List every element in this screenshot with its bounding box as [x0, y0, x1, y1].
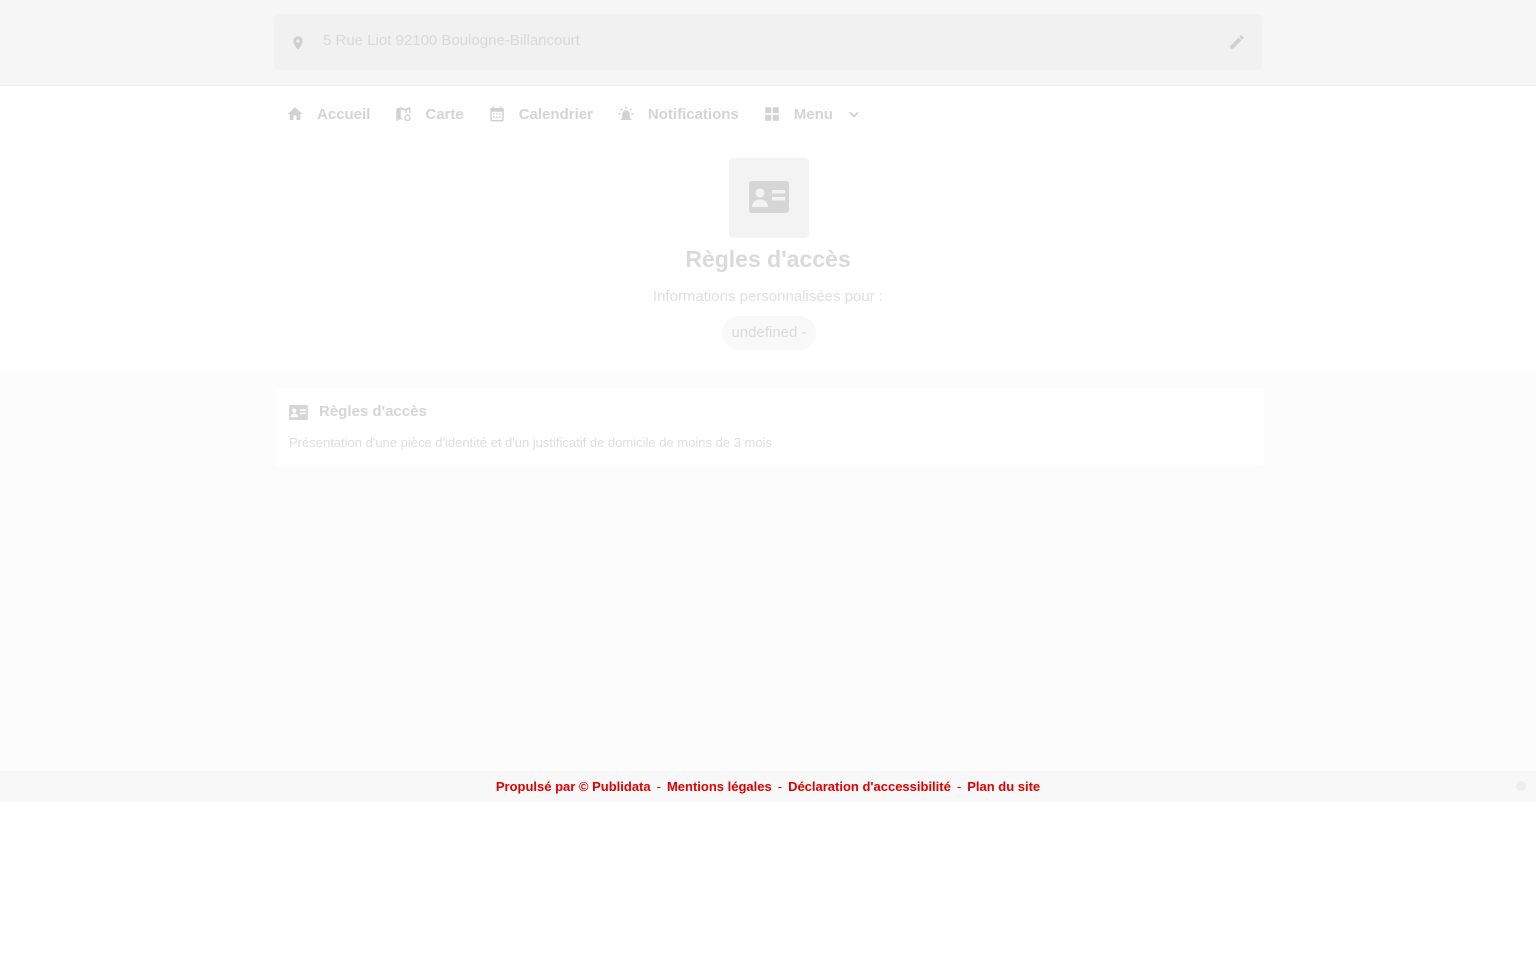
- card-title: Règles d'accès: [319, 403, 427, 420]
- nav-item-menu[interactable]: Menu: [751, 86, 873, 142]
- address-text: 5 Rue Liot 92100 Boulogne-Billancourt: [323, 32, 580, 49]
- footer: Propulsé par © Publidata - Mentions légale…: [0, 771, 1536, 802]
- page-subtitle: Informations personnalisées pour :: [652, 288, 884, 305]
- calendar-icon: [489, 106, 504, 122]
- footer-separator: -: [777, 779, 783, 794]
- page-title: Règles d'accès: [685, 246, 851, 272]
- address-bar-region: 5 Rue Liot 92100 Boulogne-Billancourt: [0, 0, 1536, 86]
- chevron-down-icon: [849, 111, 859, 118]
- footer-link-accessibilite[interactable]: Déclaration d'accessibilité: [788, 779, 951, 794]
- footer-link-plan-du-site[interactable]: Plan du site: [967, 779, 1040, 794]
- nav-item-label: Menu: [793, 105, 833, 123]
- card-text: Présentation d'une pièce d'identité et d…: [289, 435, 772, 450]
- footer-link-mentions-legales[interactable]: Mentions légales: [667, 779, 772, 794]
- access-rules-card: Règles d'accès Présentation d'une pièce …: [274, 388, 1264, 466]
- id-card-icon: [289, 405, 308, 420]
- nav-item-label: Notifications: [647, 105, 739, 123]
- location-pin-icon: [293, 36, 303, 50]
- footer-separator: -: [656, 779, 661, 794]
- id-card-icon: [749, 181, 789, 213]
- nav-item-notifications[interactable]: Notifications: [605, 86, 751, 142]
- nav-item-label: Carte: [425, 105, 464, 123]
- app-root: 5 Rue Liot 92100 Boulogne-Billancourt Ac…: [0, 0, 1536, 802]
- page-header: Règles d'accès Informations personnalisé…: [0, 142, 1536, 371]
- page-header-icon-box: [729, 158, 809, 238]
- map-icon: [396, 107, 412, 122]
- address-selector[interactable]: 5 Rue Liot 92100 Boulogne-Billancourt: [274, 14, 1262, 70]
- profile-badge[interactable]: undefined -: [722, 316, 816, 350]
- home-icon: [287, 107, 303, 120]
- footer-links: Propulsé par © Publidata - Mentions légale…: [0, 779, 1536, 794]
- main-navigation: Accueil Carte Calendrier Notifications M…: [0, 86, 1536, 142]
- nav-item-accueil[interactable]: Accueil: [274, 86, 382, 142]
- nav-item-carte[interactable]: Carte: [382, 86, 475, 142]
- footer-dot: [1516, 781, 1526, 791]
- pencil-icon[interactable]: [1228, 33, 1246, 51]
- footer-link-publidata[interactable]: Propulsé par © Publidata: [496, 779, 651, 794]
- nav-item-calendrier[interactable]: Calendrier: [476, 86, 605, 142]
- nav-item-label: Calendrier: [518, 105, 593, 123]
- footer-separator: -: [956, 779, 962, 794]
- alarm-bell-icon: [618, 106, 634, 120]
- nav-item-label: Accueil: [317, 105, 371, 123]
- grid-icon: [765, 107, 779, 121]
